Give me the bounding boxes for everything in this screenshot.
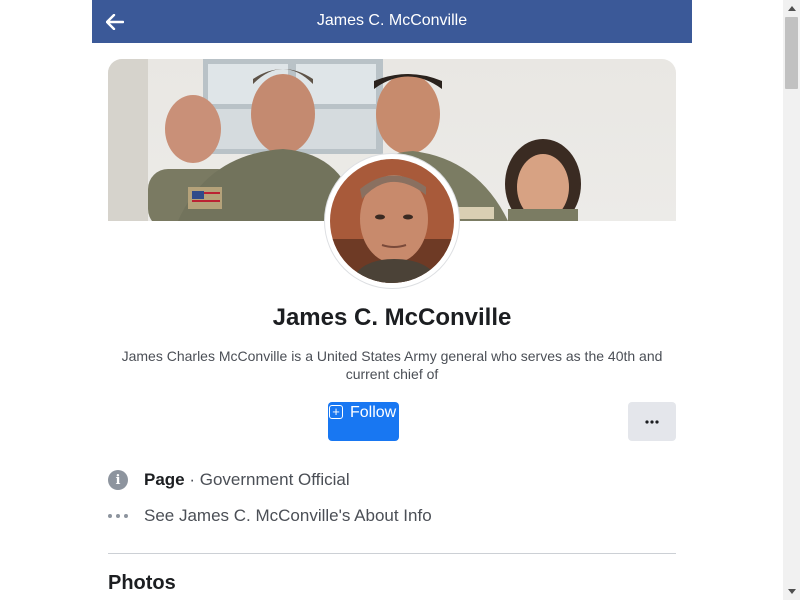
page-label: Page: [144, 470, 185, 489]
photos-section-title: Photos: [108, 572, 176, 594]
more-dots-icon: [108, 514, 128, 518]
chevron-up-icon: [787, 6, 796, 11]
page-category-row: i Page · Government Official: [108, 468, 350, 492]
scrollbar-thumb[interactable]: [785, 17, 798, 89]
scroll-up-button[interactable]: [783, 0, 800, 17]
vertical-scrollbar[interactable]: [783, 0, 800, 600]
about-info-link[interactable]: See James C. McConville's About Info: [108, 504, 432, 528]
profile-photo: [330, 159, 454, 283]
about-info-label[interactable]: See James C. McConville's About Info: [144, 506, 432, 526]
top-app-bar: James C. McConville: [92, 0, 692, 43]
info-icon: i: [108, 470, 128, 490]
profile-bio: James Charles McConville is a United Sta…: [121, 348, 663, 382]
follow-button[interactable]: + Follow: [328, 402, 399, 441]
plus-square-icon: +: [329, 405, 343, 419]
page-category: Government Official: [199, 470, 350, 489]
ellipsis-icon: [645, 419, 659, 424]
category-separator: ·: [184, 470, 200, 489]
section-divider: [108, 553, 676, 554]
profile-avatar[interactable]: [325, 154, 459, 288]
scroll-down-button[interactable]: [783, 583, 800, 600]
follow-button-label: Follow: [350, 404, 397, 421]
chevron-down-icon: [787, 589, 796, 594]
page-title: James C. McConville: [316, 12, 468, 29]
more-options-button[interactable]: [628, 402, 676, 441]
profile-name: James C. McConville: [272, 304, 512, 331]
